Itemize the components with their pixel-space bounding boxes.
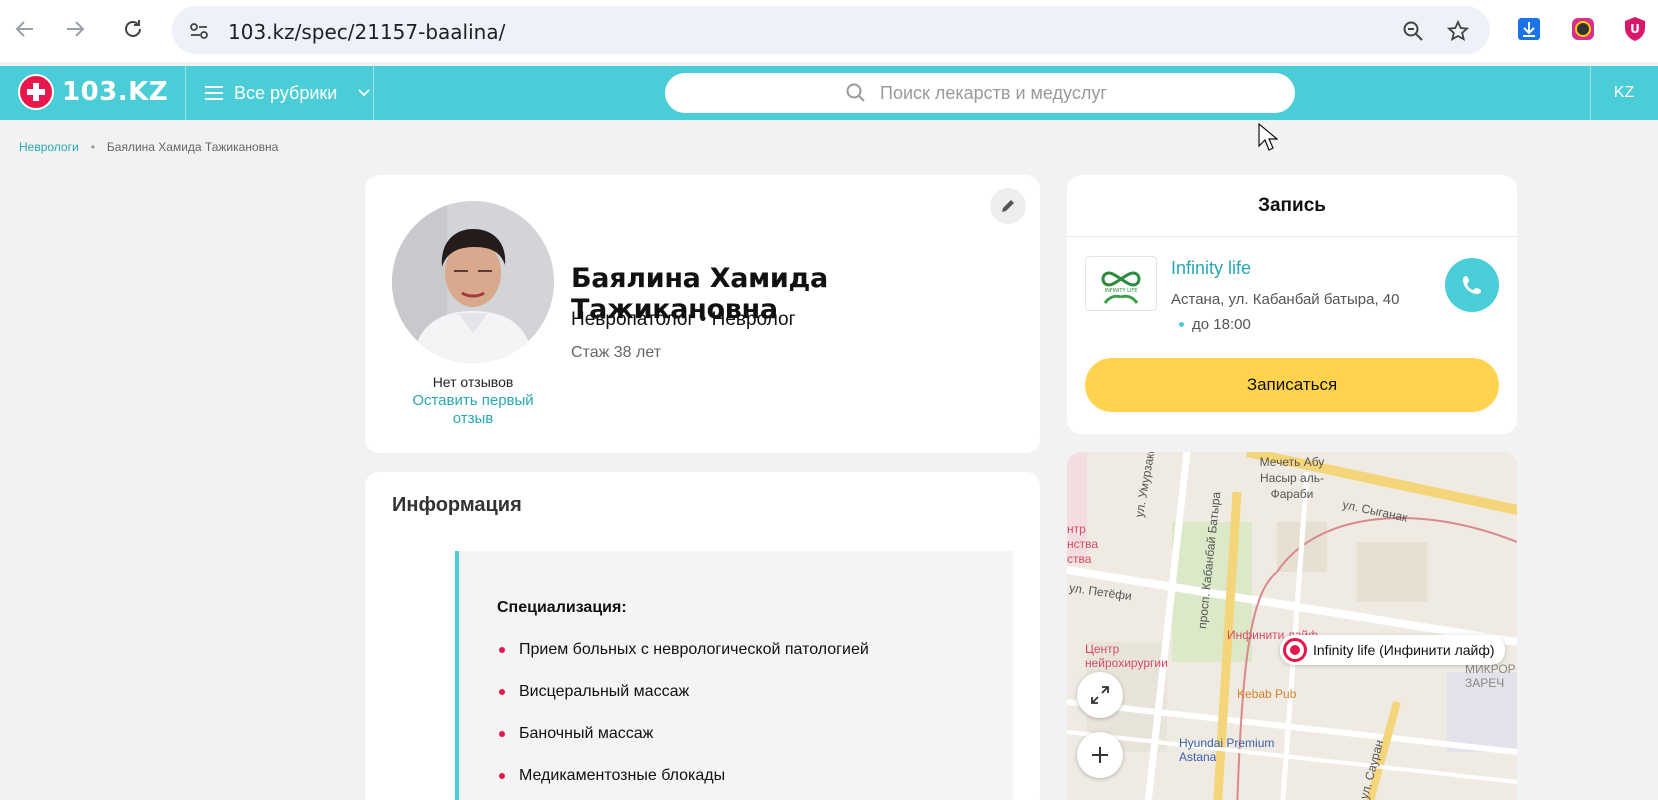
download-icon[interactable] [1514, 14, 1544, 44]
specialization-list: Прием больных с неврологической патологи… [497, 641, 869, 800]
search-input[interactable] [880, 73, 1280, 113]
color-picker-extension-icon[interactable] [1568, 14, 1598, 44]
map-label-poi: Kebab Pub [1237, 687, 1297, 701]
back-button[interactable] [10, 14, 40, 44]
divider [1067, 236, 1517, 237]
doctor-profile-card: Нет отзывов Оставить первый отзыв Баялин… [365, 175, 1040, 453]
site-logo[interactable]: 103.KZ [18, 74, 168, 110]
breadcrumb-current: Баялина Хамида Тажикановна [106, 140, 279, 154]
browser-toolbar: 103.kz/spec/21157-baalina/ U [0, 0, 1658, 62]
hamburger-icon [205, 86, 223, 100]
map-fullscreen-button[interactable] [1077, 672, 1123, 718]
header-divider [185, 66, 186, 120]
no-reviews-text: Нет отзывов [432, 374, 514, 390]
zoom-icon[interactable] [1400, 18, 1426, 44]
back-arrow-icon [15, 21, 33, 37]
list-item: Висцеральный массаж [497, 683, 869, 725]
site-header: 103.KZ Все рубрики KZ [0, 66, 1658, 120]
expand-icon [1091, 686, 1109, 704]
booking-card: Запись INFINITY LIFE Infinity life Астан… [1067, 175, 1517, 434]
list-item: Медикаментозные блокады [497, 767, 869, 800]
breadcrumb-separator: • [90, 140, 95, 154]
list-item: Прием больных с неврологической патологи… [497, 641, 869, 683]
address-bar[interactable]: 103.kz/spec/21157-baalina/ [172, 6, 1490, 54]
forward-button[interactable] [60, 14, 90, 44]
doctor-avatar [392, 201, 554, 363]
header-divider [373, 66, 374, 120]
specialization-title: Специализация: [497, 599, 627, 616]
booking-title: Запись [1258, 195, 1326, 216]
map-label-district: МИКРОР ЗАРЕЧ [1465, 662, 1516, 690]
clinic-logo-text: INFINITY LIFE [1105, 288, 1138, 294]
clinic-map[interactable]: Мечеть Абу Насыр аль-Фараби ул. Сыганак … [1067, 452, 1517, 800]
red-cross-icon [18, 74, 54, 110]
all-rubrics-menu[interactable]: Все рубрики [204, 66, 371, 120]
clinic-map-pin[interactable]: Infinity life (Инфинити лайф) [1280, 635, 1505, 665]
svg-text:U: U [1630, 22, 1640, 36]
clinic-hours-text: до 18:00 [1192, 316, 1251, 333]
reload-icon [125, 20, 141, 37]
map-pin-label: Infinity life (Инфинити лайф) [1313, 642, 1495, 658]
forward-arrow-icon [67, 21, 85, 37]
clinic-hours: до 18:00 [1179, 316, 1251, 333]
clinic-address: Астана, ул. Кабанбай батыра, 40 [1171, 291, 1400, 308]
list-item: Баночный массаж [497, 725, 869, 767]
breadcrumb: Неврологи • Баялина Хамида Тажикановна [19, 140, 278, 154]
book-appointment-button[interactable]: Записаться [1085, 358, 1499, 412]
specialization-block: Специализация: Прием больных с неврологи… [455, 551, 1013, 800]
search-icon [846, 83, 865, 102]
reload-button[interactable] [118, 14, 148, 44]
map-label-poi: нтр нства ства [1067, 522, 1099, 566]
status-dot-icon [1179, 322, 1184, 327]
map-label-mosque: Мечеть Абу Насыр аль-Фараби [1259, 455, 1325, 501]
leave-first-review-link[interactable]: Оставить первый отзыв [393, 392, 553, 428]
site-settings-icon[interactable] [186, 18, 212, 44]
bookmark-star-icon[interactable] [1445, 18, 1471, 44]
search-box[interactable] [665, 73, 1295, 113]
logo-text: 103.KZ [62, 77, 169, 107]
map-zoom-in-button[interactable] [1077, 732, 1123, 778]
doctor-experience: Стаж 38 лет [571, 344, 662, 361]
mouse-cursor-icon [1258, 123, 1278, 151]
clinic-logo[interactable]: INFINITY LIFE [1085, 256, 1157, 311]
chevron-down-icon [358, 89, 370, 97]
plus-icon [1092, 747, 1108, 763]
information-card: Информация Специализация: Прием больных … [365, 472, 1040, 800]
information-title: Информация [392, 494, 522, 516]
map-label-poi: Центр нейрохирургии [1085, 642, 1168, 670]
edit-button[interactable] [990, 188, 1026, 224]
rubrics-label: Все рубрики [234, 82, 338, 103]
clinic-name-link[interactable]: Infinity life [1171, 258, 1251, 279]
language-switch[interactable]: KZ [1590, 66, 1658, 120]
call-button[interactable] [1445, 258, 1499, 312]
pencil-icon [1002, 200, 1014, 212]
phone-icon [1463, 276, 1481, 294]
url-text[interactable]: 103.kz/spec/21157-baalina/ [228, 20, 505, 44]
breadcrumb-neurologists-link[interactable]: Неврологи [19, 140, 79, 154]
shield-extension-icon[interactable]: U [1620, 14, 1650, 44]
doctor-specialty: Невропатолог • Невролог [571, 309, 796, 330]
map-label-poi: Hyundai Premium Astana [1179, 736, 1275, 764]
location-pin-icon [1283, 638, 1307, 662]
